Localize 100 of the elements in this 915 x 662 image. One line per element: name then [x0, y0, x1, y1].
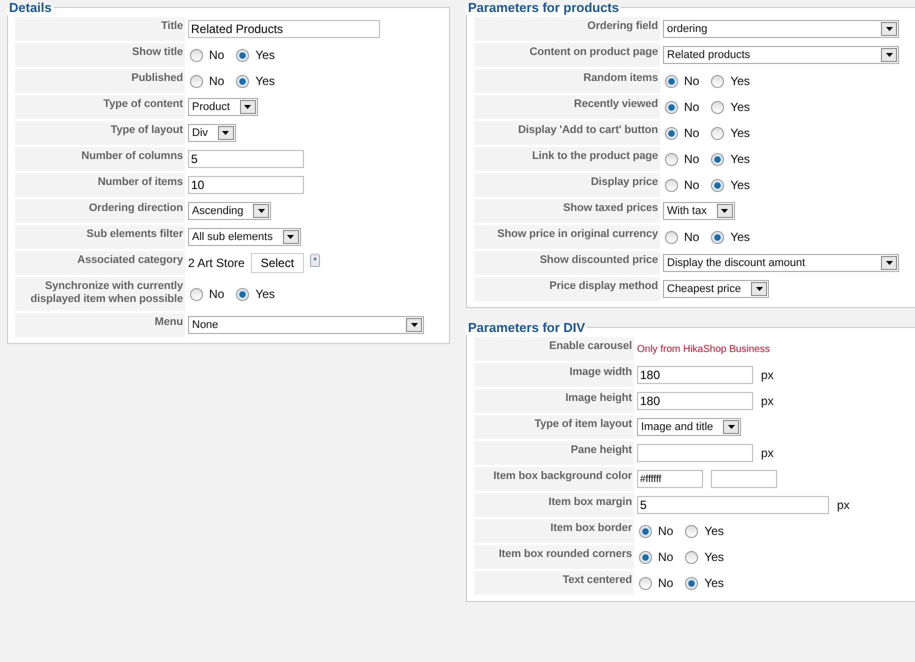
field-label: Show taxed prices	[474, 199, 660, 223]
field-label: Pane height	[474, 441, 634, 465]
radio-label: No	[658, 524, 674, 538]
caret-icon	[721, 209, 728, 213]
dropdown[interactable]: ordering	[663, 20, 899, 38]
text-field[interactable]: 10	[188, 176, 304, 194]
radio-label: No	[209, 74, 224, 88]
radio-label: No	[658, 550, 674, 564]
radio-button[interactable]	[711, 100, 724, 114]
caret-icon	[886, 27, 892, 31]
radio-label: Yes	[730, 100, 750, 114]
caret-icon	[258, 209, 265, 213]
caret-icon	[886, 261, 892, 265]
field-label: Content on product page	[474, 43, 660, 67]
dropdown[interactable]: Related products	[663, 46, 899, 64]
field-label: Item box background color	[474, 467, 634, 491]
radio-button[interactable]	[685, 576, 698, 590]
field-label: Text centered	[474, 571, 634, 595]
dropdown[interactable]: All sub elements	[188, 228, 301, 246]
radio-label: Yes	[255, 287, 275, 301]
radio-button[interactable]	[685, 550, 698, 564]
field-label: Item box margin	[474, 493, 634, 517]
radio-button[interactable]	[639, 576, 652, 590]
radio-button[interactable]	[190, 74, 203, 88]
color-field[interactable]: #ffffff	[637, 470, 703, 488]
radio-button[interactable]	[665, 178, 678, 192]
radio-button[interactable]	[711, 152, 724, 166]
field-label: Recently viewed	[474, 95, 660, 119]
radio-button[interactable]	[711, 178, 724, 192]
radio-label: No	[684, 74, 700, 88]
radio-button[interactable]	[665, 230, 678, 244]
field-label: Enable carousel	[474, 337, 634, 361]
field-label: Type of layout	[15, 121, 185, 145]
dropdown[interactable]: None	[188, 316, 424, 334]
color-swatch-field[interactable]	[711, 470, 777, 488]
panel-title: Parameters for products	[467, 0, 620, 15]
field-label: Show discounted price	[474, 251, 660, 275]
dropdown[interactable]: Display the discount amount	[663, 254, 899, 272]
caret-icon	[222, 131, 230, 135]
radio-label: No	[684, 178, 700, 192]
text-field[interactable]: 180	[637, 366, 753, 384]
radio-label: No	[209, 287, 224, 301]
text-field[interactable]	[637, 444, 753, 462]
text-field[interactable]: Related Products	[188, 20, 380, 38]
field-label: Image width	[474, 363, 634, 387]
radio-button[interactable]	[190, 48, 203, 62]
panel-title: Parameters for DIV	[467, 320, 586, 335]
radio-label: Yes	[730, 74, 750, 88]
radio-label: No	[684, 126, 700, 140]
text-field[interactable]: 5	[637, 496, 829, 514]
radio-label: Yes	[704, 576, 724, 590]
radio-label: No	[684, 100, 700, 114]
select-button[interactable]: Select	[250, 253, 304, 273]
dropdown[interactable]: Image and title	[637, 418, 742, 436]
field-label: Show title	[15, 43, 185, 67]
radio-label: No	[658, 576, 674, 590]
field-label: Display 'Add to cart' button	[474, 121, 660, 145]
field-label: Type of content	[15, 95, 185, 119]
field-label: Sub elements filter	[15, 225, 185, 249]
dropdown[interactable]: With tax	[663, 202, 735, 220]
unit-label: px	[837, 498, 850, 512]
unit-label: px	[761, 394, 774, 408]
caret-icon	[728, 425, 735, 429]
radio-label: No	[684, 230, 700, 244]
field-label: Random items	[474, 69, 660, 93]
radio-button[interactable]	[639, 524, 652, 538]
radio-button[interactable]	[236, 74, 250, 88]
category-name: 2 Art Store	[188, 256, 245, 270]
radio-button[interactable]	[190, 288, 203, 300]
radio-button[interactable]	[685, 524, 698, 538]
radio-label: Yes	[730, 178, 750, 192]
trash-icon[interactable]	[310, 253, 320, 267]
radio-button[interactable]	[665, 100, 678, 114]
radio-button[interactable]	[236, 288, 250, 300]
radio-button[interactable]	[711, 230, 724, 244]
radio-button[interactable]	[665, 126, 678, 140]
upgrade-note: Only from HikaShop Business	[637, 344, 770, 354]
text-field[interactable]: 180	[637, 392, 753, 410]
radio-button[interactable]	[711, 126, 724, 140]
text-field[interactable]: 5	[188, 150, 304, 168]
radio-label: No	[209, 48, 224, 62]
radio-button[interactable]	[665, 74, 678, 88]
radio-label: Yes	[730, 152, 750, 166]
dropdown[interactable]: Product	[188, 98, 258, 116]
field-label: Associated category	[15, 251, 185, 275]
radio-button[interactable]	[665, 152, 678, 166]
radio-button[interactable]	[236, 48, 250, 62]
dropdown[interactable]: Ascending	[188, 202, 272, 220]
field-label: Title	[15, 17, 185, 41]
caret-icon	[287, 235, 294, 239]
field-label: Item box rounded corners	[474, 545, 634, 569]
dropdown[interactable]: Div	[188, 124, 236, 142]
field-label: Show price in original currency	[474, 225, 660, 249]
dropdown[interactable]: Cheapest price	[663, 280, 769, 298]
radio-label: No	[684, 152, 700, 166]
radio-label: Yes	[255, 74, 275, 88]
field-label: Display price	[474, 173, 660, 197]
radio-button[interactable]	[711, 74, 724, 88]
radio-button[interactable]	[639, 550, 652, 564]
unit-label: px	[761, 368, 774, 382]
